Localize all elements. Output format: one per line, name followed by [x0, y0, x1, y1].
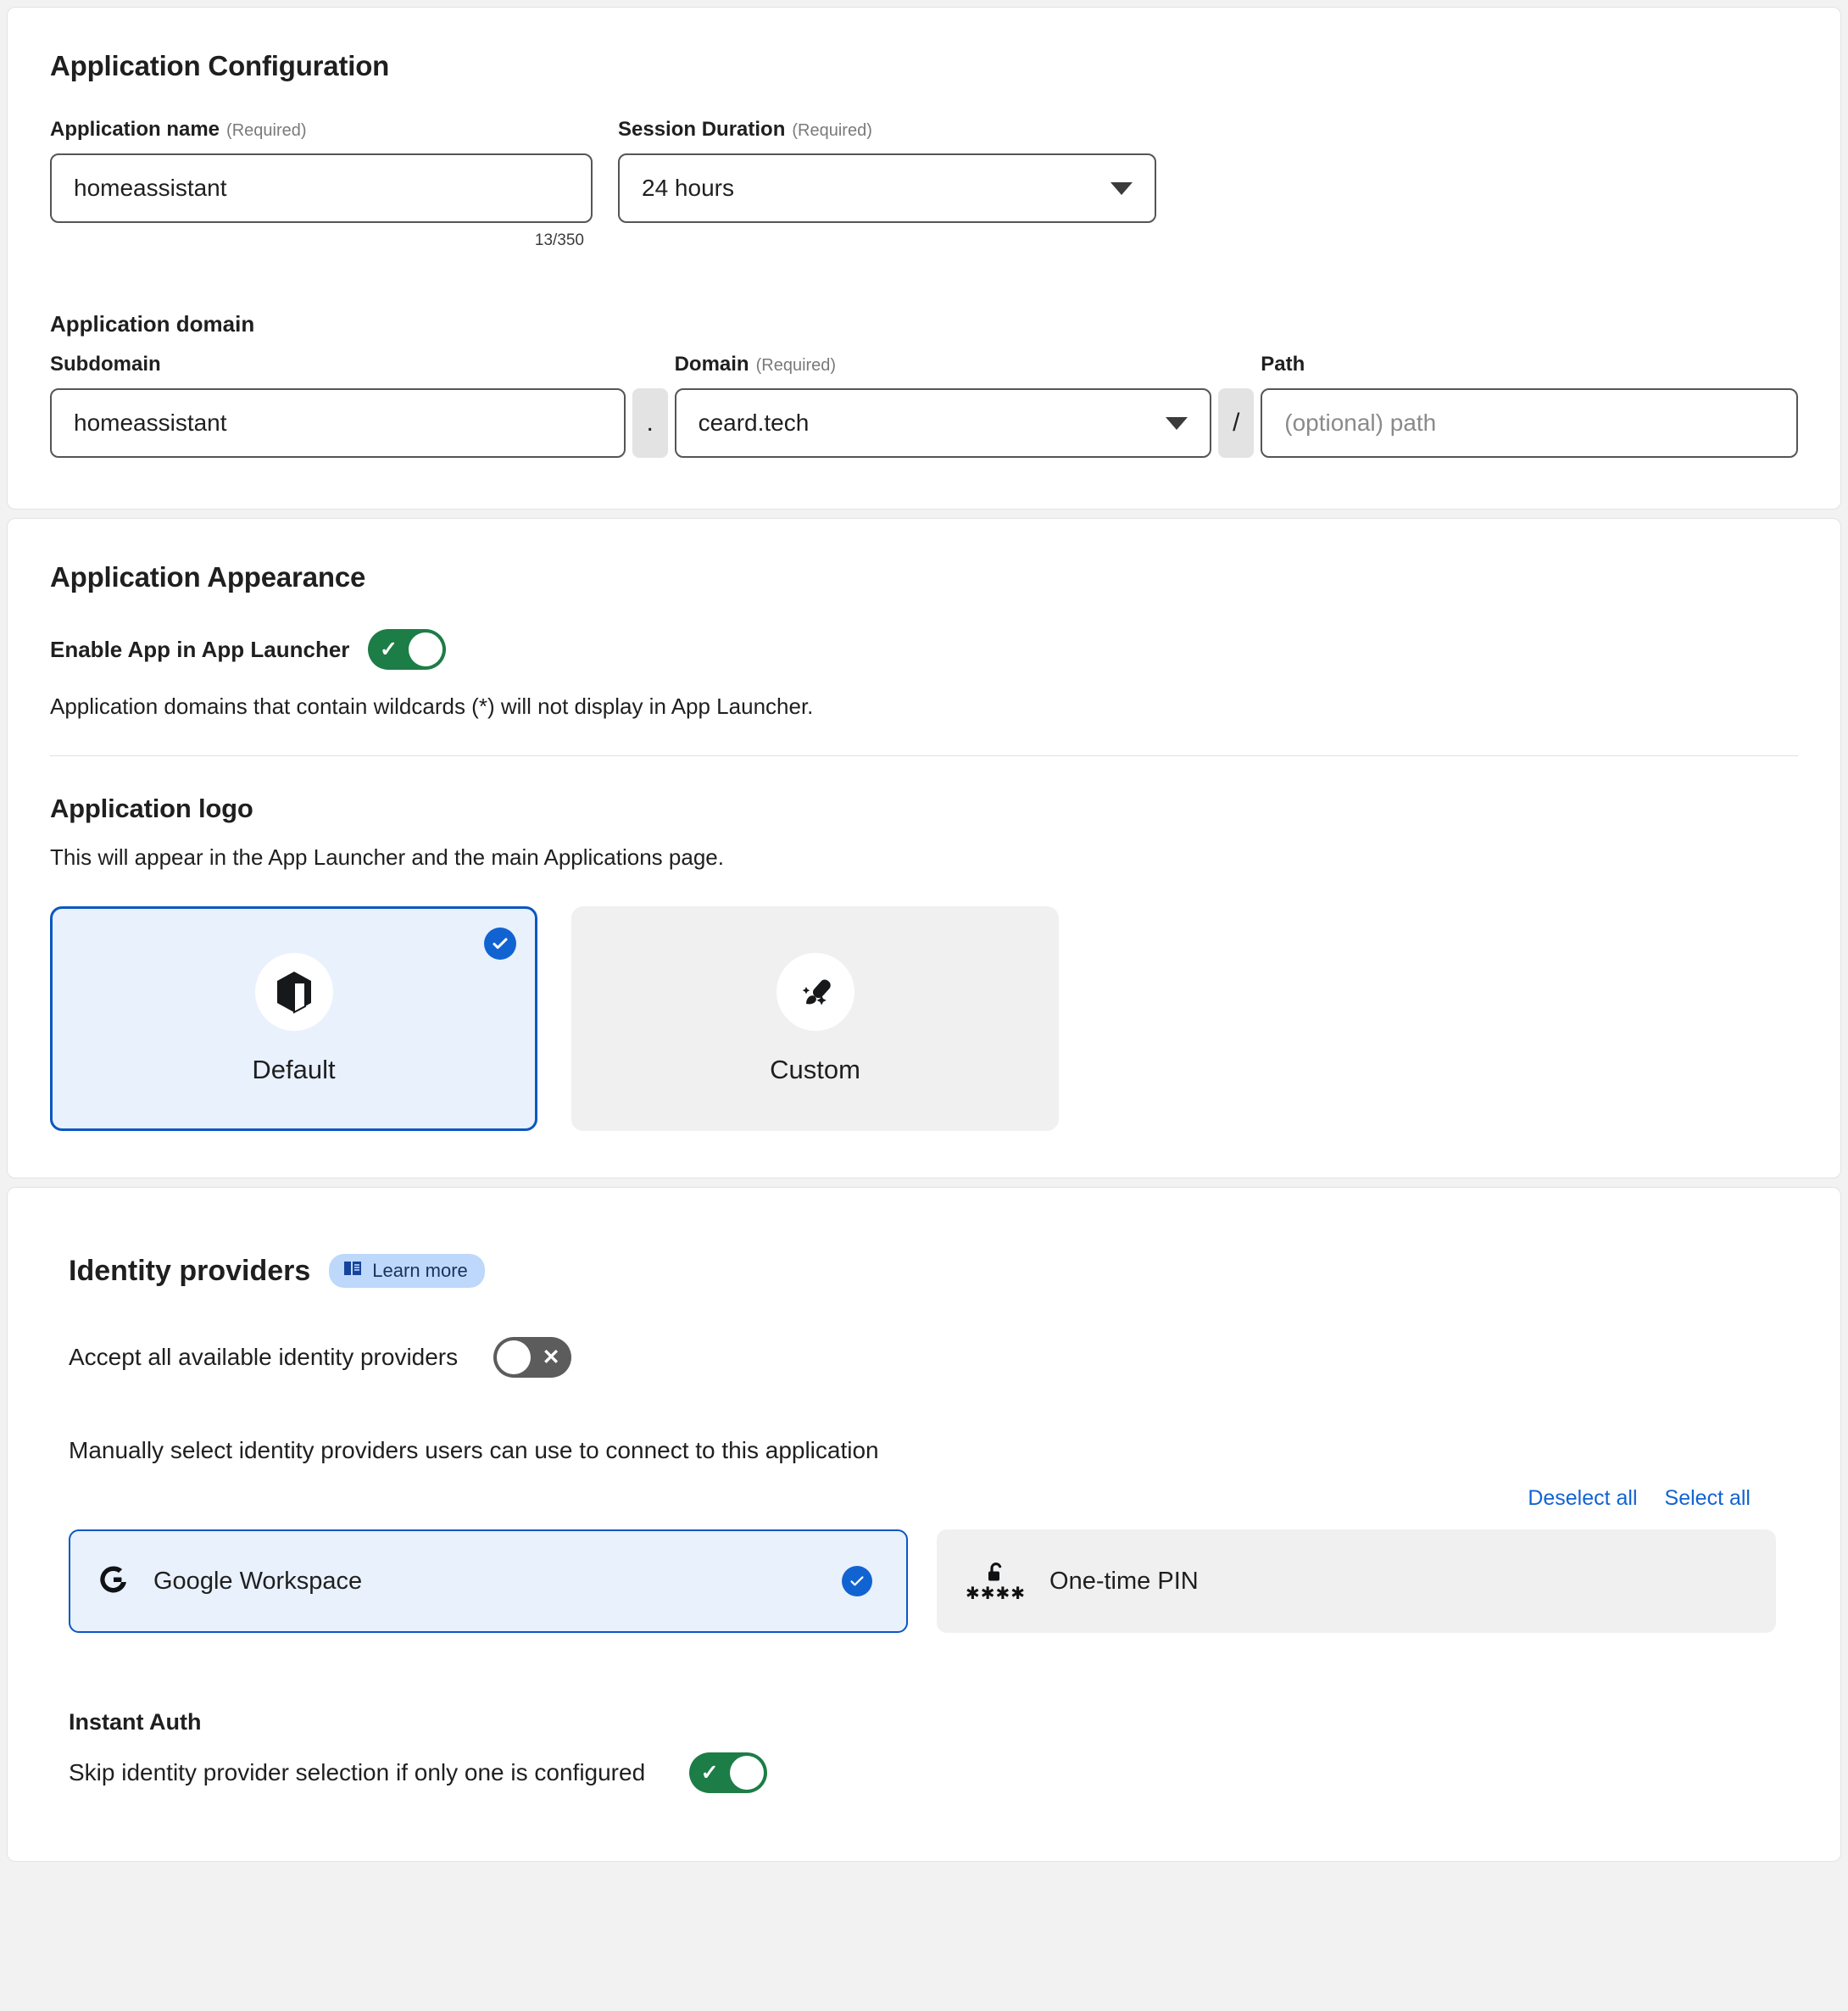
deselect-all-link[interactable]: Deselect all	[1528, 1486, 1637, 1511]
check-glyph: ✓	[368, 639, 409, 660]
check-circle-icon	[484, 928, 516, 960]
unlock-pin-icon: ✱✱✱✱	[966, 1561, 1026, 1602]
identity-provider-label: One-time PIN	[1049, 1568, 1199, 1596]
instant-auth-title: Instant Auth	[69, 1709, 1798, 1735]
toggle-knob	[497, 1340, 531, 1374]
google-icon	[97, 1563, 130, 1600]
logo-option-label: Custom	[770, 1055, 860, 1085]
chevron-down-icon	[1110, 182, 1133, 195]
instant-auth-label: Skip identity provider selection if only…	[69, 1759, 645, 1786]
subdomain-label: Subdomain	[50, 353, 626, 376]
instant-auth-row: Skip identity provider selection if only…	[69, 1752, 1798, 1793]
application-name-input[interactable]: homeassistant	[50, 153, 593, 223]
logo-option-list: Default Custom	[50, 906, 1798, 1131]
domain-field-group: Domain (Required) ceard.tech	[675, 353, 1212, 458]
logo-option-default[interactable]: Default	[50, 906, 537, 1131]
subdomain-input[interactable]: homeassistant	[50, 388, 626, 458]
slash-separator: /	[1218, 388, 1254, 458]
learn-more-link[interactable]: Learn more	[329, 1254, 485, 1288]
name-duration-row: Application name (Required) homeassistant…	[50, 118, 1798, 250]
application-name-counter: 13/350	[50, 231, 593, 250]
domain-label: Domain	[675, 353, 749, 376]
section-divider	[50, 755, 1798, 756]
domain-required-tag: (Required)	[756, 356, 836, 375]
identity-provider-one-time-pin[interactable]: ✱✱✱✱ One-time PIN	[937, 1529, 1776, 1633]
application-appearance-card: Application Appearance Enable App in App…	[7, 518, 1841, 1178]
logo-option-label: Default	[252, 1055, 335, 1085]
domain-row: Subdomain homeassistant . Domain (Require…	[50, 353, 1798, 458]
chevron-down-icon	[1166, 417, 1188, 430]
learn-more-label: Learn more	[372, 1260, 468, 1282]
cross-glyph: ✕	[531, 1347, 571, 1368]
application-configuration-title: Application Configuration	[50, 50, 1798, 82]
wildcard-note: Application domains that contain wildcar…	[50, 694, 1798, 720]
toggle-knob	[409, 632, 443, 666]
accept-all-toggle[interactable]: ✕	[493, 1337, 571, 1378]
application-domain-label: Application domain	[50, 311, 1798, 337]
application-appearance-title: Application Appearance	[50, 561, 1798, 593]
accept-all-row: Accept all available identity providers …	[69, 1337, 1798, 1378]
session-duration-value: 24 hours	[642, 175, 734, 202]
session-duration-select[interactable]: 24 hours	[618, 153, 1156, 223]
enable-app-launcher-toggle[interactable]: ✓	[368, 629, 446, 670]
select-all-link[interactable]: Select all	[1665, 1486, 1751, 1511]
application-domain-group: Application domain Subdomain homeassista…	[50, 311, 1798, 458]
paintbrush-icon	[776, 953, 854, 1031]
domain-value: ceard.tech	[699, 409, 810, 437]
application-name-label: Application name	[50, 118, 220, 142]
path-input[interactable]: (optional) path	[1261, 388, 1798, 458]
dot-separator: .	[632, 388, 668, 458]
check-glyph: ✓	[689, 1763, 730, 1784]
session-duration-label-row: Session Duration (Required)	[618, 118, 1156, 142]
domain-select[interactable]: ceard.tech	[675, 388, 1212, 458]
identity-providers-header: Identity providers Learn more	[69, 1254, 1798, 1288]
identity-providers-title: Identity providers	[69, 1255, 310, 1288]
accept-all-label: Accept all available identity providers	[69, 1344, 458, 1371]
subdomain-field-group: Subdomain homeassistant	[50, 353, 626, 458]
check-circle-icon	[842, 1566, 872, 1596]
enable-app-launcher-label: Enable App in App Launcher	[50, 637, 349, 663]
manual-select-text: Manually select identity providers users…	[69, 1437, 1798, 1464]
identity-provider-google-workspace[interactable]: Google Workspace	[69, 1529, 908, 1633]
application-logo-description: This will appear in the App Launcher and…	[50, 844, 1798, 871]
book-icon	[342, 1260, 363, 1282]
application-logo-title: Application logo	[50, 794, 1798, 824]
selection-links: Deselect all Select all	[69, 1486, 1798, 1511]
identity-provider-label: Google Workspace	[153, 1568, 362, 1596]
application-name-field-group: Application name (Required) homeassistant…	[50, 118, 593, 250]
settings-page: Application Configuration Application na…	[0, 0, 1848, 1862]
session-duration-required-tag: (Required)	[792, 121, 871, 140]
cube-icon	[255, 953, 333, 1031]
instant-auth-toggle[interactable]: ✓	[689, 1752, 767, 1793]
logo-option-custom[interactable]: Custom	[571, 906, 1059, 1131]
application-configuration-card: Application Configuration Application na…	[7, 7, 1841, 510]
identity-provider-list: Google Workspace ✱✱✱✱ One-time PIN	[69, 1529, 1798, 1633]
application-name-required-tag: (Required)	[226, 121, 306, 140]
domain-label-row: Domain (Required)	[675, 353, 1212, 376]
identity-providers-card: Identity providers Learn more Accept all…	[7, 1187, 1841, 1862]
session-duration-label: Session Duration	[618, 118, 785, 142]
enable-app-launcher-row: Enable App in App Launcher ✓	[50, 629, 1798, 670]
session-duration-field-group: Session Duration (Required) 24 hours	[618, 118, 1156, 223]
path-field-group: Path (optional) path	[1261, 353, 1798, 458]
application-name-label-row: Application name (Required)	[50, 118, 593, 142]
path-label: Path	[1261, 353, 1798, 376]
pin-stars: ✱✱✱✱	[966, 1585, 1026, 1602]
toggle-knob	[730, 1756, 764, 1790]
